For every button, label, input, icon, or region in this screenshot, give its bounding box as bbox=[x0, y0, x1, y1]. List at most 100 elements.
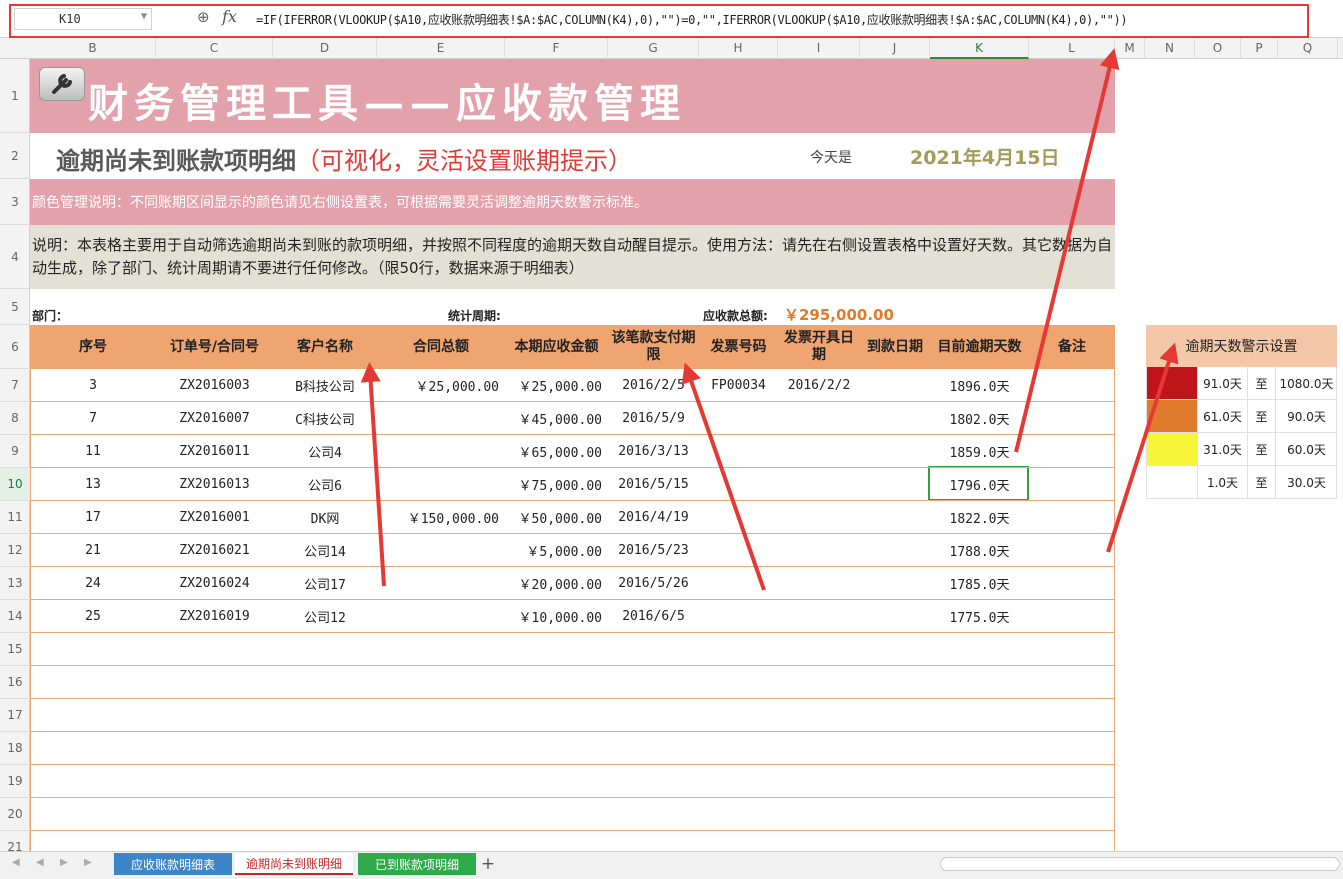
table-cell[interactable]: ￥25,000.00 bbox=[377, 369, 505, 401]
table-cell[interactable]: 1802.0天 bbox=[930, 402, 1029, 434]
warning-color-swatch[interactable] bbox=[1147, 367, 1197, 399]
table-cell[interactable] bbox=[1029, 435, 1115, 467]
table-cell[interactable]: 1796.0天 bbox=[930, 468, 1029, 500]
table-cell[interactable]: 1788.0天 bbox=[930, 534, 1029, 566]
table-cell[interactable]: 21 bbox=[30, 534, 156, 566]
warning-color-swatch[interactable] bbox=[1147, 433, 1197, 465]
table-cell[interactable] bbox=[860, 534, 930, 566]
table-cell[interactable]: 2016/5/23 bbox=[608, 534, 699, 566]
column-header[interactable]: C bbox=[156, 38, 273, 59]
table-header-cell[interactable]: 备注 bbox=[1029, 325, 1115, 369]
row-header[interactable]: 3 bbox=[0, 179, 30, 225]
table-cell[interactable] bbox=[1029, 501, 1115, 533]
warning-color-swatch[interactable] bbox=[1147, 400, 1197, 432]
table-cell[interactable]: 2016/6/5 bbox=[608, 600, 699, 632]
tab-received-detail[interactable]: 已到账款项明细 bbox=[358, 853, 476, 875]
row-header[interactable]: 20 bbox=[0, 798, 30, 831]
table-header-cell[interactable]: 发票开具日期 bbox=[778, 325, 860, 369]
table-cell[interactable]: 2016/5/26 bbox=[608, 567, 699, 599]
warning-color-swatch[interactable] bbox=[1147, 466, 1197, 498]
table-cell[interactable] bbox=[860, 600, 930, 632]
table-cell[interactable]: 2016/5/15 bbox=[608, 468, 699, 500]
table-cell[interactable]: ￥5,000.00 bbox=[505, 534, 608, 566]
table-cell[interactable]: 1775.0天 bbox=[930, 600, 1029, 632]
table-cell[interactable] bbox=[778, 501, 860, 533]
table-cell[interactable] bbox=[778, 534, 860, 566]
table-header-cell[interactable]: 目前逾期天数 bbox=[930, 325, 1029, 369]
table-header-cell[interactable]: 该笔款支付期限 bbox=[608, 325, 699, 369]
table-cell[interactable]: 公司12 bbox=[273, 600, 377, 632]
column-header[interactable]: Q bbox=[1278, 38, 1338, 59]
row-header[interactable]: 14 bbox=[0, 600, 30, 633]
row-header[interactable]: 7 bbox=[0, 369, 30, 402]
column-header[interactable]: J bbox=[860, 38, 930, 59]
warning-from[interactable]: 1.0天 bbox=[1197, 466, 1247, 498]
row-header[interactable]: 18 bbox=[0, 732, 30, 765]
table-cell[interactable] bbox=[1029, 468, 1115, 500]
table-cell[interactable]: ZX2016003 bbox=[156, 369, 273, 401]
column-header[interactable]: E bbox=[377, 38, 505, 59]
table-cell[interactable] bbox=[1029, 402, 1115, 434]
row-header[interactable]: 12 bbox=[0, 534, 30, 567]
table-header-cell[interactable]: 客户名称 bbox=[273, 325, 377, 369]
table-cell[interactable]: C科技公司 bbox=[273, 402, 377, 434]
warning-from[interactable]: 31.0天 bbox=[1197, 433, 1247, 465]
column-header[interactable]: I bbox=[778, 38, 860, 59]
table-cell[interactable] bbox=[377, 435, 505, 467]
column-header[interactable]: F bbox=[505, 38, 608, 59]
table-cell[interactable] bbox=[778, 402, 860, 434]
table-cell[interactable]: B科技公司 bbox=[273, 369, 377, 401]
table-cell[interactable] bbox=[377, 534, 505, 566]
warning-from[interactable]: 61.0天 bbox=[1197, 400, 1247, 432]
table-cell[interactable]: 1785.0天 bbox=[930, 567, 1029, 599]
table-cell[interactable]: 3 bbox=[30, 369, 156, 401]
row-header[interactable]: 16 bbox=[0, 666, 30, 699]
table-cell[interactable] bbox=[1029, 600, 1115, 632]
row-header[interactable]: 4 bbox=[0, 225, 30, 289]
table-cell[interactable]: 公司4 bbox=[273, 435, 377, 467]
column-header[interactable]: L bbox=[1029, 38, 1115, 59]
table-cell[interactable]: 25 bbox=[30, 600, 156, 632]
column-header[interactable]: O bbox=[1195, 38, 1241, 59]
prev-sheet-icon[interactable]: ◀ bbox=[36, 857, 44, 868]
table-cell[interactable]: DK网 bbox=[273, 501, 377, 533]
table-cell[interactable] bbox=[778, 600, 860, 632]
column-header[interactable]: P bbox=[1241, 38, 1278, 59]
table-cell[interactable]: ￥20,000.00 bbox=[505, 567, 608, 599]
table-cell[interactable] bbox=[699, 435, 778, 467]
table-cell[interactable] bbox=[699, 600, 778, 632]
warning-from[interactable]: 91.0天 bbox=[1197, 367, 1247, 399]
table-cell[interactable]: 2016/5/9 bbox=[608, 402, 699, 434]
column-header[interactable]: M bbox=[1115, 38, 1145, 59]
table-cell[interactable] bbox=[778, 468, 860, 500]
warning-to[interactable]: 1080.0天 bbox=[1275, 367, 1337, 399]
table-cell[interactable] bbox=[1029, 369, 1115, 401]
table-cell[interactable]: 1822.0天 bbox=[930, 501, 1029, 533]
table-cell[interactable]: ZX2016007 bbox=[156, 402, 273, 434]
row-header[interactable]: 10 bbox=[0, 468, 30, 501]
table-cell[interactable]: FP00034 bbox=[699, 369, 778, 401]
table-cell[interactable] bbox=[699, 468, 778, 500]
column-header[interactable]: G bbox=[608, 38, 699, 59]
last-sheet-icon[interactable]: ▶ bbox=[84, 857, 92, 868]
table-cell[interactable] bbox=[1029, 534, 1115, 566]
warning-to-label[interactable]: 至 bbox=[1247, 466, 1275, 498]
table-header-cell[interactable]: 序号 bbox=[30, 325, 156, 369]
table-cell[interactable]: ￥150,000.00 bbox=[377, 501, 505, 533]
worksheet[interactable]: 财务管理工具——应收款管理 逾期尚未到账款项明细（可视化，灵活设置账期提示） 今… bbox=[30, 59, 1343, 864]
table-header-cell[interactable]: 订单号/合同号 bbox=[156, 325, 273, 369]
table-cell[interactable] bbox=[860, 369, 930, 401]
row-header[interactable]: 15 bbox=[0, 633, 30, 666]
table-cell[interactable]: 24 bbox=[30, 567, 156, 599]
table-cell[interactable]: 11 bbox=[30, 435, 156, 467]
warning-to[interactable]: 90.0天 bbox=[1275, 400, 1337, 432]
table-cell[interactable] bbox=[778, 567, 860, 599]
table-cell[interactable] bbox=[699, 402, 778, 434]
row-header[interactable]: 11 bbox=[0, 501, 30, 534]
horizontal-scrollbar[interactable] bbox=[940, 857, 1340, 871]
table-cell[interactable] bbox=[1029, 567, 1115, 599]
table-cell[interactable]: ￥45,000.00 bbox=[505, 402, 608, 434]
table-cell[interactable] bbox=[377, 402, 505, 434]
table-cell[interactable]: 1859.0天 bbox=[930, 435, 1029, 467]
table-cell[interactable]: ZX2016024 bbox=[156, 567, 273, 599]
